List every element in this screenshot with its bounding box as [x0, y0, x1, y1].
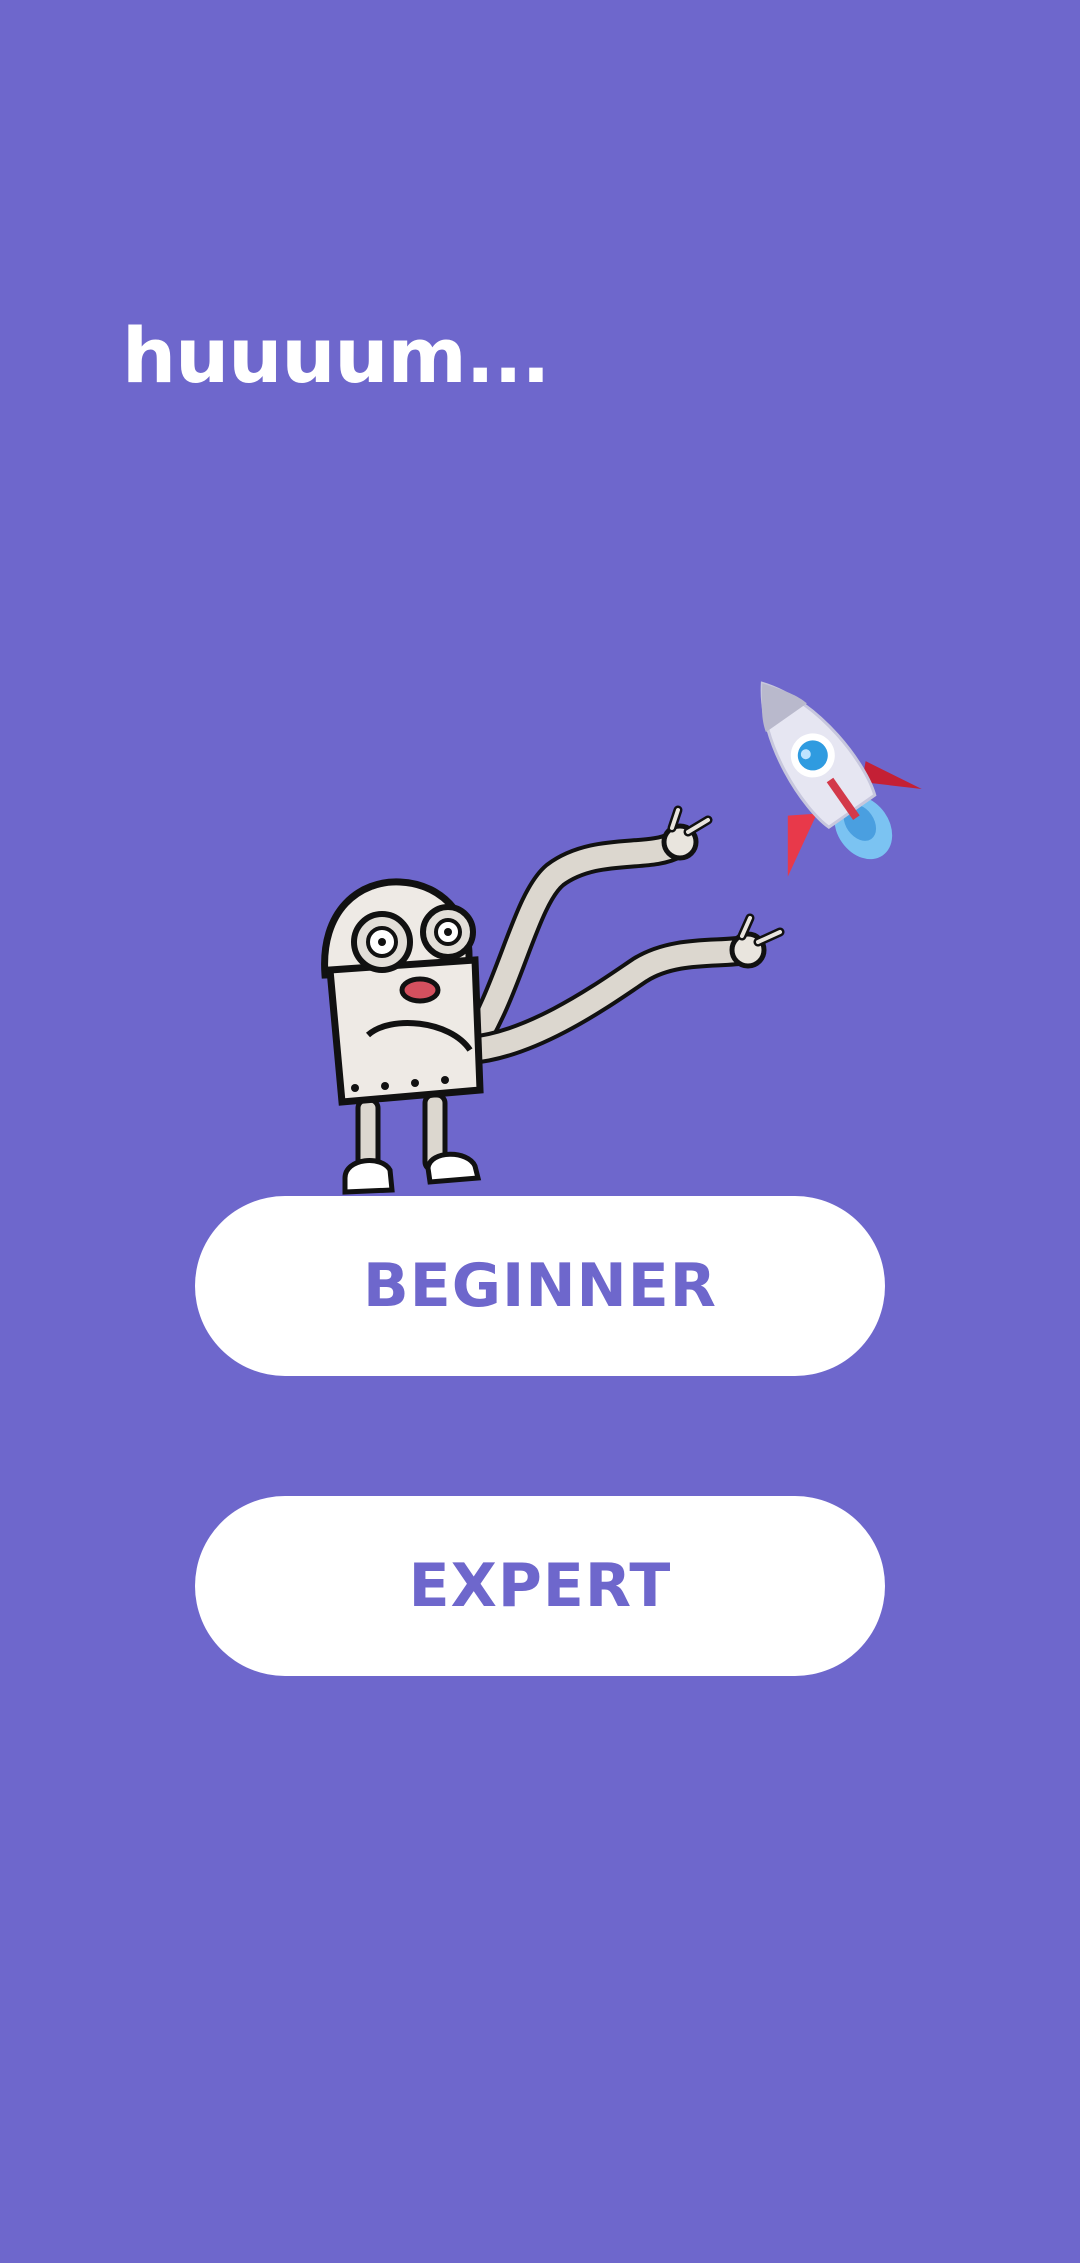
rocket-icon	[760, 681, 922, 877]
robot-rocket-illustration	[321, 681, 922, 1195]
expert-button[interactable]: EXPERT	[195, 1496, 885, 1676]
level-select-screen: huuuum... BEGINNER EXPERT	[0, 0, 1080, 2263]
robot-icon	[321, 805, 785, 1195]
page-title: huuuum...	[122, 311, 550, 400]
beginner-button[interactable]: BEGINNER	[195, 1196, 885, 1376]
